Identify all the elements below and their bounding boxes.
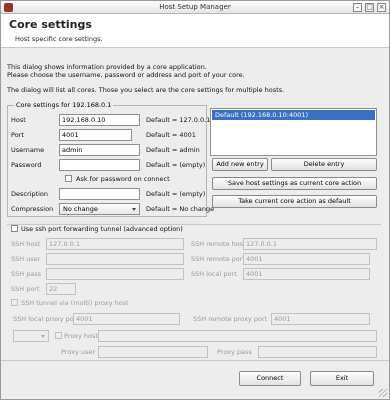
username-default: Default = admin	[146, 146, 200, 154]
dialog-header: Core settings Host specific core setting…	[1, 14, 389, 48]
ssh-port-stepper[interactable]: 22	[46, 283, 76, 295]
info-line-2: Please choose the username, password or …	[7, 71, 245, 79]
delete-entry-button[interactable]: Delete entry	[271, 158, 377, 171]
description-default: Default = (empty)	[146, 190, 206, 198]
proxy-remote-port-value: 4001	[274, 315, 291, 323]
ssh-remote-host-input[interactable]: 127.0.0.1	[243, 238, 377, 250]
close-icon[interactable]: ×	[377, 3, 386, 12]
ssh-port-label: SSH port	[11, 285, 40, 293]
ssh-remote-host-label: SSH remote host	[191, 240, 246, 248]
ssh-host-label: SSH host	[11, 240, 41, 248]
group-label: Core settings for 192.168.0.1	[14, 101, 114, 109]
compression-select[interactable]: No change	[59, 203, 140, 215]
port-spin-icon[interactable]	[131, 129, 132, 141]
port-value: 4001	[62, 131, 79, 139]
proxy-local-port-stepper[interactable]: 4001	[73, 313, 180, 325]
proxy-remote-port-stepper[interactable]: 4001	[271, 313, 370, 325]
password-input[interactable]	[59, 159, 140, 171]
list-item[interactable]: Default (192.168.0.10:4001)	[212, 110, 375, 120]
info-line-3: The dialog will list all cores. Those yo…	[7, 86, 285, 94]
proxy-host-checkbox[interactable]	[55, 332, 62, 339]
password-label: Password	[11, 161, 42, 169]
resize-grip-icon[interactable]	[379, 389, 387, 397]
host-label: Host	[11, 116, 26, 124]
save-host-settings-button[interactable]: Save host settings as current core actio…	[212, 177, 377, 190]
username-input[interactable]: admin	[59, 144, 140, 156]
spin-icon[interactable]	[369, 313, 370, 325]
footer-divider	[1, 360, 389, 361]
compression-label: Compression	[11, 205, 54, 213]
cores-list[interactable]: Default (192.168.0.10:4001)	[210, 108, 377, 156]
ssh-local-port-stepper[interactable]: 4001	[243, 268, 370, 280]
proxy-tunnel-label: SSH tunnel via (multi) proxy host	[21, 299, 129, 307]
title-bar[interactable]: Host Setup Manager – □ ×	[1, 1, 389, 14]
ssh-pass-label: SSH pass	[11, 270, 42, 278]
description-input[interactable]	[59, 188, 140, 200]
proxy-pass-input[interactable]	[258, 346, 377, 358]
spin-icon[interactable]	[75, 283, 76, 295]
ask-password-checkbox[interactable]	[65, 175, 72, 182]
spin-icon[interactable]	[369, 253, 370, 265]
take-current-core-button[interactable]: Take current core action as default	[212, 195, 377, 208]
ssh-tunnel-checkbox[interactable]	[11, 225, 18, 232]
page-title: Core settings	[9, 18, 92, 31]
spin-icon[interactable]	[369, 268, 370, 280]
ask-password-label: Ask for password on connect	[76, 175, 170, 183]
info-text: This dialog shows information provided b…	[7, 63, 381, 94]
ssh-remote-port-label: SSH remote port	[191, 255, 245, 263]
compression-default: Default = No change	[146, 205, 215, 213]
minimize-icon[interactable]: –	[353, 3, 362, 12]
ssh-port-value: 22	[49, 285, 58, 293]
proxy-host-input[interactable]	[98, 330, 377, 342]
proxy-remote-port-label: SSH remote proxy port	[193, 315, 268, 323]
host-input[interactable]: 192.168.0.10	[59, 114, 140, 126]
proxy-pass-label: Proxy pass	[217, 348, 252, 356]
password-default: Default = (empty)	[146, 161, 206, 169]
compression-value: No change	[63, 205, 98, 213]
proxy-tunnel-checkbox[interactable]	[11, 299, 18, 306]
ssh-remote-port-stepper[interactable]: 4001	[243, 253, 370, 265]
port-default: Default = 4001	[146, 131, 196, 139]
connect-button[interactable]: Connect	[239, 371, 301, 386]
ssh-local-port-label: SSH local port	[191, 270, 237, 278]
spin-icon[interactable]	[179, 313, 180, 325]
ssh-user-label: SSH user	[11, 255, 41, 263]
add-entry-button[interactable]: Add new entry	[212, 158, 268, 171]
maximize-icon[interactable]: □	[365, 3, 374, 12]
username-label: Username	[11, 146, 45, 154]
host-default: Default = 127.0.0.1	[146, 116, 211, 124]
port-label: Port	[11, 131, 24, 139]
chevron-down-icon	[132, 208, 136, 211]
exit-button[interactable]: Exit	[310, 371, 374, 386]
description-label: Description	[11, 190, 49, 198]
info-line-1: This dialog shows information provided b…	[7, 63, 207, 71]
proxy-local-port-value: 4001	[76, 315, 93, 323]
window-title: Host Setup Manager	[159, 3, 231, 11]
proxy-user-input[interactable]	[98, 346, 208, 358]
ssh-remote-port-value: 4001	[246, 255, 263, 263]
ssh-local-port-value: 4001	[246, 270, 263, 278]
ssh-pass-input[interactable]	[46, 268, 184, 280]
ssh-host-input[interactable]: 127.0.0.1	[46, 238, 184, 250]
proxy-host-label: Proxy host	[64, 332, 98, 340]
page-subtitle: Host specific core settings.	[15, 35, 103, 43]
dialog-window: Host Setup Manager – □ × Core settings H…	[0, 0, 390, 400]
ssh-user-input[interactable]	[46, 253, 184, 265]
chevron-down-icon	[41, 335, 45, 338]
port-stepper[interactable]: 4001	[59, 129, 132, 141]
proxy-type-select[interactable]	[13, 330, 49, 342]
proxy-user-label: Proxy user	[61, 348, 96, 356]
proxy-local-port-label: SSH local proxy port	[13, 315, 79, 323]
ssh-tunnel-label: Use ssh port forwarding tunnel (advanced…	[21, 225, 183, 233]
